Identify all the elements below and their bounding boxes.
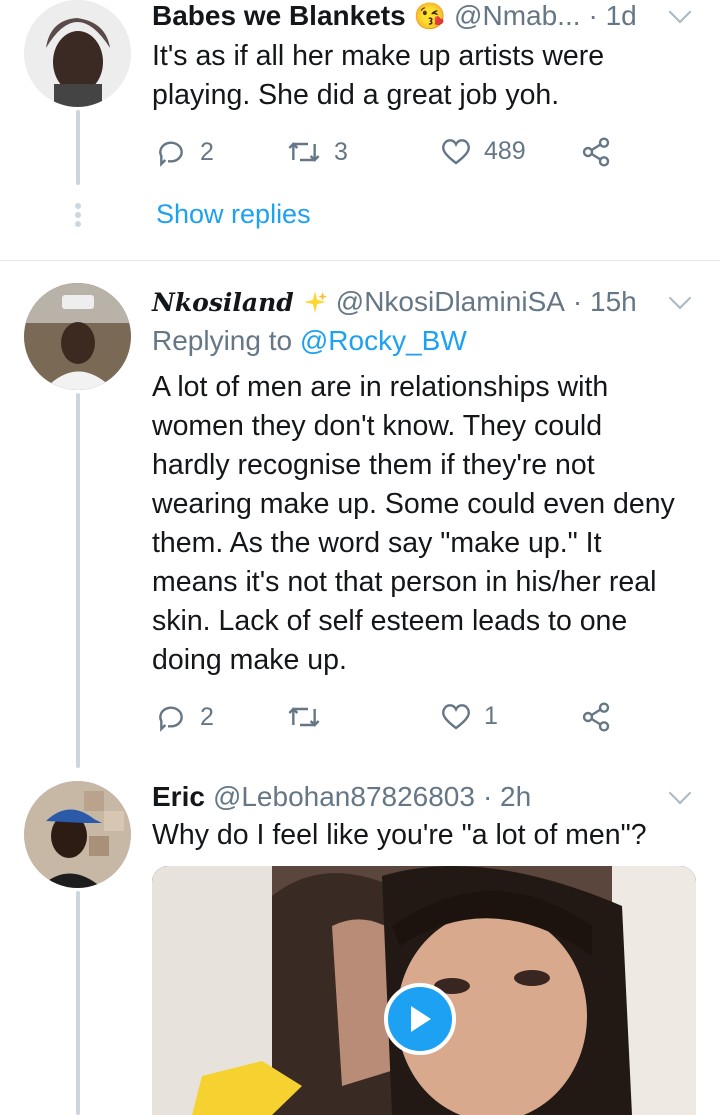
reply-count: 2 [200, 702, 214, 731]
tweet-header: Babes we Blankets 😘 @Nmab... · 1d [152, 0, 637, 32]
timestamp[interactable]: · 15h [573, 286, 637, 318]
retweet-icon [288, 142, 320, 162]
tweet-header: Eric @Lebohan87826803 · 2h [152, 781, 531, 813]
media-gif[interactable] [152, 866, 696, 1115]
chevron-down-icon[interactable] [668, 0, 692, 24]
tweet-header: Nkosiland @NkosiDlaminiSA · 15h [152, 286, 637, 318]
thread-line [76, 110, 80, 185]
like-icon [442, 704, 470, 730]
avatar-nkosiland-image [24, 283, 131, 390]
share-button[interactable] [580, 701, 612, 738]
share-icon [582, 137, 610, 167]
user-handle[interactable]: @Nmab... [454, 0, 580, 32]
replying-to-label: Replying to [152, 325, 293, 356]
play-icon [411, 1006, 431, 1032]
reply-icon [159, 141, 183, 167]
like-button[interactable]: 489 [440, 136, 526, 166]
like-button[interactable]: 1 [440, 701, 498, 731]
share-button[interactable] [580, 136, 612, 173]
reply-button[interactable]: 2 [156, 701, 214, 733]
tweet-text: Why do I feel like you're "a lot of men"… [152, 816, 647, 855]
thread-line [76, 891, 80, 1115]
tweet-text-line: playing. She did a great job yoh. [152, 79, 560, 111]
display-name[interactable]: Babes we Blankets [152, 0, 406, 32]
tweet-actions: 2 1 [156, 701, 626, 735]
tweet-text-line: hardly recognise them if they're not [152, 449, 595, 481]
chevron-down-icon[interactable] [668, 286, 692, 310]
thread-line [76, 393, 80, 768]
chevron-down-icon[interactable] [668, 781, 692, 805]
like-icon [442, 139, 470, 165]
tweet-text-line: It's as if all her make up artists were [152, 40, 605, 72]
retweet-icon [288, 707, 320, 727]
tweet-text-line: women they don't know. They could [152, 410, 603, 442]
like-count: 1 [484, 701, 498, 730]
timestamp[interactable]: · 2h [483, 781, 531, 813]
avatar-babes-image [24, 0, 131, 107]
replying-to-handle[interactable]: @Rocky_BW [300, 325, 467, 356]
avatar-eric-image [24, 781, 131, 888]
reply-icon [159, 706, 183, 732]
tweet-text-line: wearing make up. Some could even deny [152, 488, 675, 520]
tweet-text: A lot of men are in relationships with w… [152, 368, 675, 680]
avatar-babes[interactable] [24, 0, 131, 107]
display-name[interactable]: Eric [152, 781, 205, 813]
tweet-text-line: Why do I feel like you're "a lot of men"… [152, 819, 647, 851]
user-handle[interactable]: @Lebohan87826803 [213, 781, 475, 813]
divider [0, 260, 720, 261]
retweet-button[interactable]: 3 [286, 136, 348, 168]
replying-to: Replying to @Rocky_BW [152, 325, 467, 357]
tweet-text-line: doing make up. [152, 644, 347, 676]
tweet-text: It's as if all her make up artists were … [152, 37, 604, 115]
avatar-nkosiland[interactable] [24, 283, 131, 390]
show-replies-link[interactable]: Show replies [156, 199, 311, 230]
avatar-eric[interactable] [24, 781, 131, 888]
kiss-emoji-icon: 😘 [413, 0, 447, 31]
sparkle-icon [303, 291, 327, 313]
tweet-text-line: means it's not that person in his/her re… [152, 566, 657, 598]
tweet-actions: 2 3 489 [156, 136, 626, 170]
tweet-text-line: them. As the word say "make up." It [152, 527, 602, 559]
reply-button[interactable]: 2 [156, 136, 214, 168]
reply-count: 2 [200, 137, 214, 166]
retweet-button[interactable] [286, 701, 334, 733]
user-handle[interactable]: @NkosiDlaminiSA [336, 286, 565, 318]
tweet-text-line: skin. Lack of self esteem leads to one [152, 605, 628, 637]
timestamp[interactable]: · 1d [589, 0, 637, 32]
like-count: 489 [484, 136, 526, 165]
tweet-text-line: A lot of men are in relationships with [152, 371, 609, 403]
retweet-count: 3 [334, 137, 348, 166]
display-name[interactable]: Nkosiland [152, 288, 294, 317]
share-icon [582, 702, 610, 732]
thread-dots [74, 203, 82, 230]
play-button[interactable] [384, 983, 456, 1055]
